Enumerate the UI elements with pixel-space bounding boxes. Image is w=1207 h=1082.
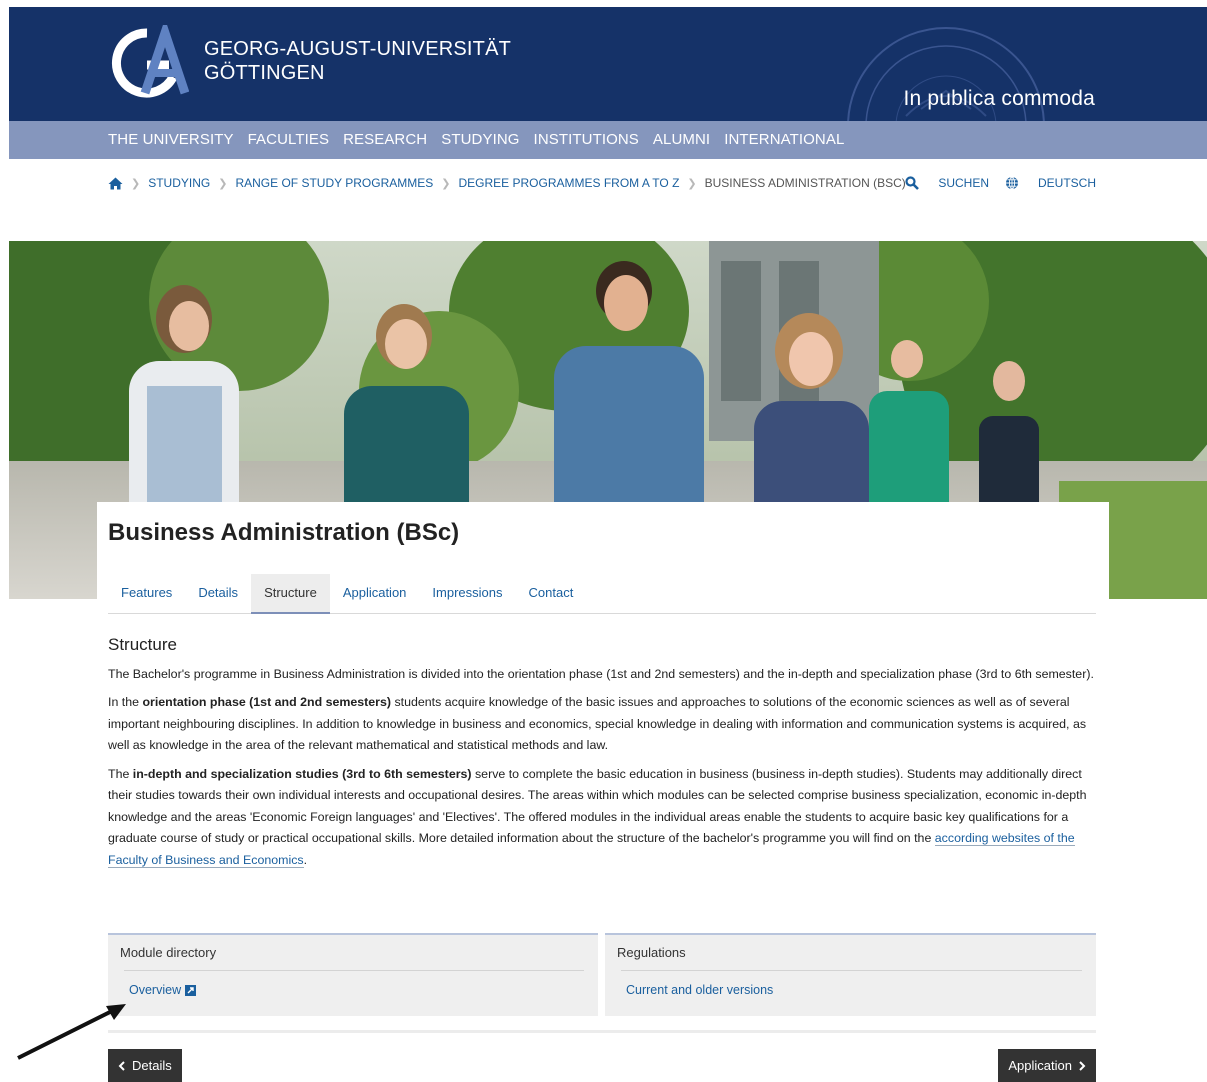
- breadcrumb-separator-icon: ❯: [131, 177, 141, 190]
- tab-contact[interactable]: Contact: [516, 574, 587, 614]
- prev-button-label: Details: [132, 1058, 172, 1073]
- tab-application[interactable]: Application: [330, 574, 420, 614]
- university-name[interactable]: GEORG-AUGUST-UNIVERSITÄT GÖTTINGEN: [204, 37, 511, 85]
- motto: In publica commoda: [903, 87, 1095, 110]
- paragraph-orientation-pre: In the: [108, 695, 143, 709]
- nav-item-international[interactable]: INTERNATIONAL: [724, 131, 844, 148]
- breadcrumb-separator-icon: ❯: [218, 177, 228, 190]
- search-icon: [905, 176, 920, 190]
- section-heading: Structure: [108, 635, 177, 654]
- utility-links: SUCHEN DEUTSCH: [889, 176, 1096, 190]
- breadcrumb-current: BUSINESS ADMINISTRATION (BSC): [704, 176, 906, 190]
- divider: [108, 1030, 1096, 1033]
- tab-structure[interactable]: Structure: [251, 574, 330, 614]
- tab-impressions[interactable]: Impressions: [419, 574, 515, 614]
- paragraph-orientation-bold: orientation phase (1st and 2nd semesters…: [142, 695, 392, 709]
- paragraph-orientation: In the orientation phase (1st and 2nd se…: [108, 692, 1098, 757]
- breadcrumb-degree-programmes[interactable]: DEGREE PROGRAMMES FROM A TO Z: [458, 176, 679, 190]
- main-content: Structure The Bachelor's programme in Bu…: [108, 634, 1098, 878]
- tab-bar: Features Details Structure Application I…: [108, 574, 1096, 614]
- paragraph-specialization-pre: The: [108, 766, 133, 781]
- divider: [124, 970, 584, 971]
- tab-details[interactable]: Details: [185, 574, 251, 614]
- paragraph-specialization-bold: in-depth and specialization studies (3rd…: [132, 766, 472, 781]
- overview-link-label: Overview: [129, 983, 182, 997]
- main-nav-list: THE UNIVERSITY FACULTIES RESEARCH STUDYI…: [108, 131, 858, 148]
- paragraph-specialization-end: .: [303, 852, 308, 867]
- external-link-icon: [185, 984, 197, 996]
- tab-features[interactable]: Features: [108, 574, 185, 614]
- search-link[interactable]: SUCHEN: [905, 176, 989, 190]
- home-icon[interactable]: [108, 177, 123, 190]
- university-name-line2: GÖTTINGEN: [204, 62, 325, 84]
- breadcrumb: ❯ STUDYING ❯ RANGE OF STUDY PROGRAMMES ❯…: [108, 176, 906, 190]
- nav-item-faculties[interactable]: FACULTIES: [248, 131, 329, 148]
- module-directory-title: Module directory: [120, 945, 217, 960]
- breadcrumb-separator-icon: ❯: [441, 177, 451, 190]
- next-button-label: Application: [1008, 1058, 1072, 1073]
- nav-item-the-university[interactable]: THE UNIVERSITY: [108, 131, 234, 148]
- paragraph-specialization: The in-depth and specialization studies …: [108, 764, 1098, 872]
- breadcrumb-separator-icon: ❯: [687, 177, 697, 190]
- page-title: Business Administration (BSc): [108, 519, 460, 546]
- nav-item-research[interactable]: RESEARCH: [343, 131, 427, 148]
- search-label: SUCHEN: [938, 176, 989, 190]
- nav-item-institutions[interactable]: INSTITUTIONS: [534, 131, 639, 148]
- main-navigation: THE UNIVERSITY FACULTIES RESEARCH STUDYI…: [9, 121, 1207, 159]
- nav-item-studying[interactable]: STUDYING: [441, 131, 519, 148]
- breadcrumb-range-of-study-programmes[interactable]: RANGE OF STUDY PROGRAMMES: [235, 176, 433, 190]
- divider: [621, 970, 1082, 971]
- university-name-line1: GEORG-AUGUST-UNIVERSITÄT: [204, 38, 512, 60]
- site-header: GEORG-AUGUST-UNIVERSITÄT GÖTTINGEN In pu…: [9, 7, 1207, 121]
- language-label: DEUTSCH: [1037, 176, 1096, 190]
- next-application-button[interactable]: Application: [998, 1049, 1096, 1082]
- university-logo-icon[interactable]: [107, 25, 189, 99]
- chevron-right-icon: [1079, 1060, 1086, 1071]
- nav-item-alumni[interactable]: ALUMNI: [653, 131, 710, 148]
- globe-icon: [1005, 176, 1018, 190]
- regulations-link[interactable]: Current and older versions: [626, 983, 773, 997]
- language-link[interactable]: DEUTSCH: [1005, 176, 1096, 190]
- overview-link[interactable]: Overview: [129, 983, 197, 997]
- paragraph-intro: The Bachelor's programme in Business Adm…: [108, 666, 1094, 681]
- breadcrumb-studying[interactable]: STUDYING: [148, 176, 210, 190]
- module-directory-box: Module directory Overview: [108, 933, 598, 1016]
- regulations-box: Regulations Current and older versions: [605, 933, 1096, 1016]
- regulations-title: Regulations: [617, 945, 686, 960]
- annotation-arrow-icon: [17, 1004, 126, 1060]
